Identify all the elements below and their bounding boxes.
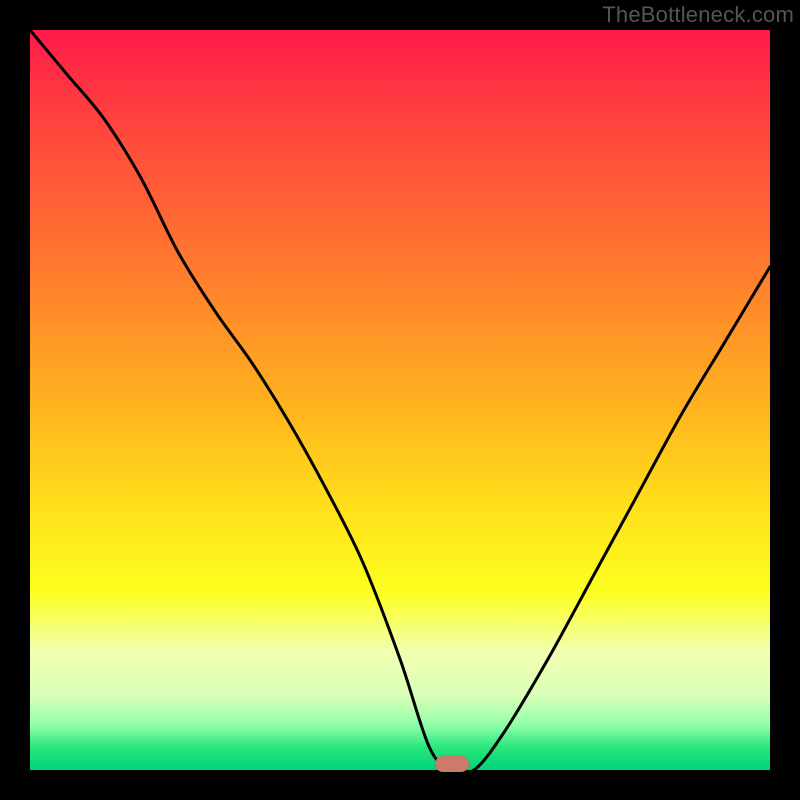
chart-frame: TheBottleneck.com (0, 0, 800, 800)
bottleneck-curve (30, 30, 770, 774)
curve-layer (30, 30, 770, 770)
optimum-marker (435, 756, 469, 772)
watermark-text: TheBottleneck.com (602, 2, 794, 28)
